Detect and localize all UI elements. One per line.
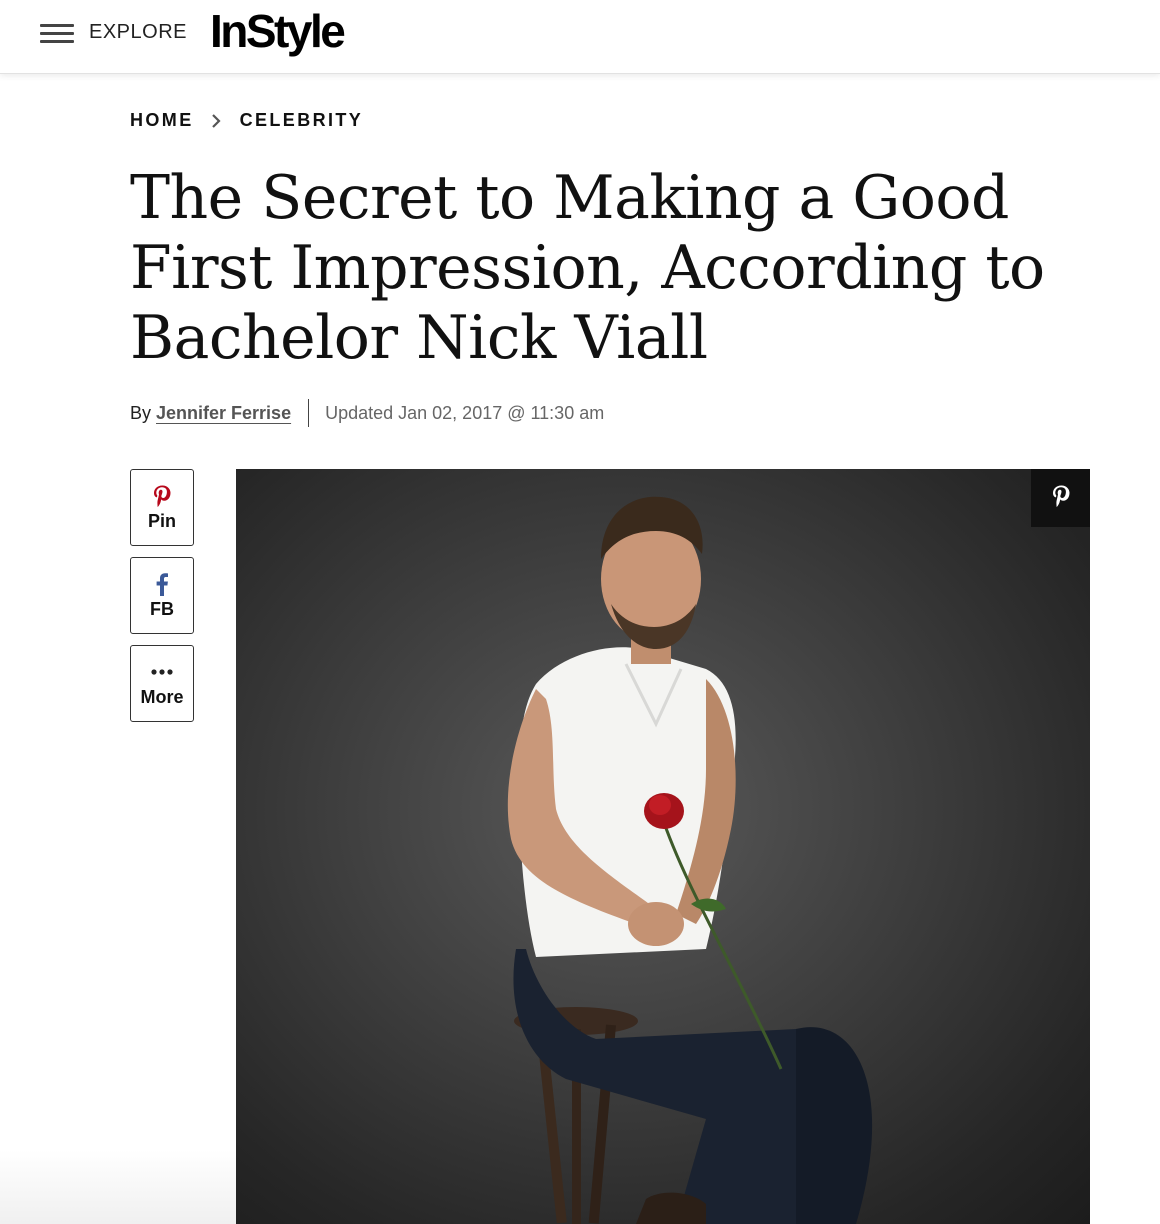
instyle-logo[interactable]: InStyle bbox=[210, 4, 346, 58]
article-title: The Secret to Making a Good First Impres… bbox=[130, 163, 1045, 373]
more-label: More bbox=[140, 687, 184, 707]
pin-image-button[interactable] bbox=[1031, 469, 1090, 527]
bottom-fade bbox=[0, 1150, 236, 1224]
facebook-icon bbox=[155, 571, 169, 597]
breadcrumb: HOME CELEBRITY bbox=[130, 110, 363, 131]
byline-divider bbox=[308, 399, 310, 427]
chevron-right-icon bbox=[210, 113, 222, 129]
ellipsis-icon bbox=[150, 659, 174, 685]
facebook-share-button[interactable]: FB bbox=[130, 557, 194, 634]
breadcrumb-celebrity[interactable]: CELEBRITY bbox=[240, 110, 364, 131]
pinterest-icon bbox=[1051, 483, 1071, 513]
site-header: EXPLORE InStyle bbox=[0, 0, 1160, 74]
updated-timestamp: Updated Jan 02, 2017 @ 11:30 am bbox=[325, 402, 605, 423]
pin-label: Pin bbox=[147, 511, 176, 531]
breadcrumb-home[interactable]: HOME bbox=[130, 110, 194, 131]
pin-share-button[interactable]: Pin bbox=[130, 469, 194, 546]
byline-prefix: By bbox=[130, 402, 152, 423]
hero-image bbox=[236, 469, 1090, 1224]
author-link[interactable]: Jennifer Ferrise bbox=[156, 403, 291, 424]
byline: By Jennifer Ferrise Updated Jan 02, 2017… bbox=[130, 398, 604, 428]
more-share-button[interactable]: More bbox=[130, 645, 194, 722]
explore-button[interactable]: EXPLORE bbox=[89, 21, 187, 44]
fb-label: FB bbox=[150, 599, 174, 619]
menu-icon[interactable] bbox=[40, 22, 74, 46]
pinterest-icon bbox=[152, 483, 172, 509]
